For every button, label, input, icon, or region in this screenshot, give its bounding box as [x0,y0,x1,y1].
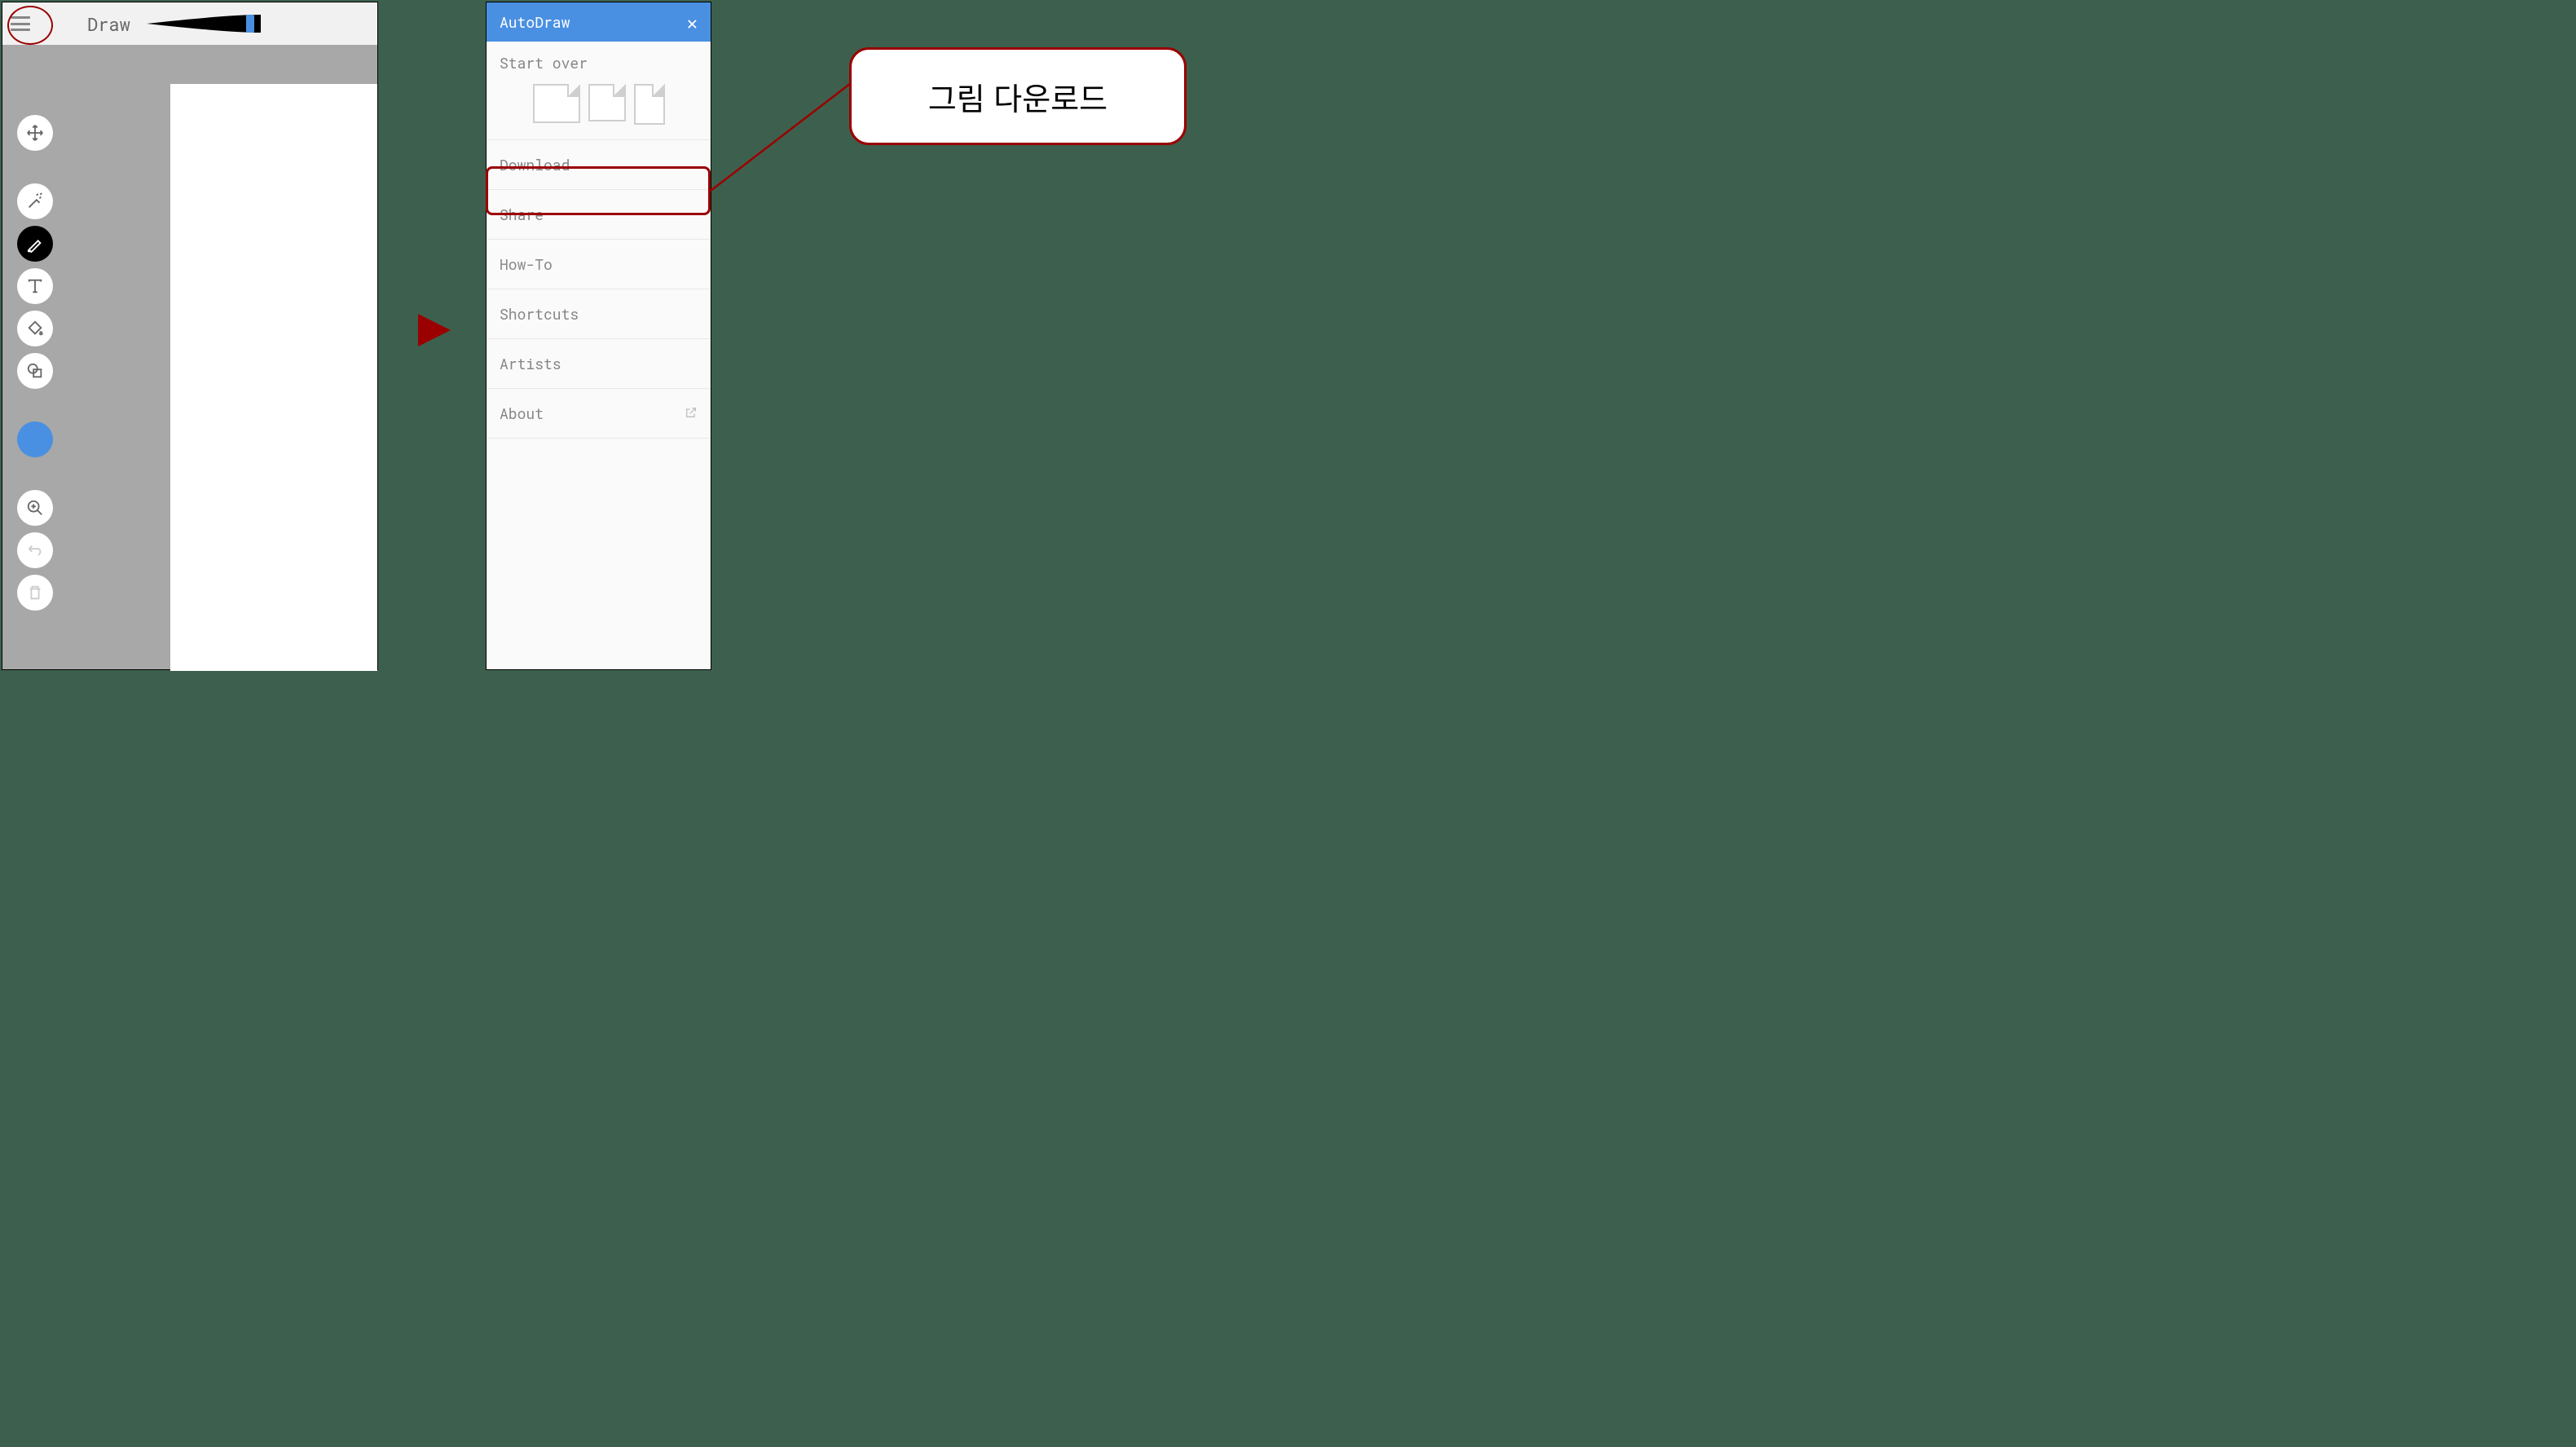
hamburger-menu-icon[interactable] [11,16,30,31]
color-picker-button[interactable] [17,421,53,457]
menu-item-about[interactable]: About [487,389,711,439]
menu-item-download[interactable]: Download [487,140,711,190]
canvas-landscape-button[interactable] [533,84,580,123]
start-over-section: Start over [487,42,711,140]
fill-tool-button[interactable] [17,311,53,346]
callout-connector-line [711,82,857,220]
close-icon[interactable]: ✕ [687,11,698,34]
menu-item-shortcuts[interactable]: Shortcuts [487,289,711,339]
menu-item-label: Download [500,155,570,174]
delete-tool-button[interactable] [17,575,53,611]
menu-item-share[interactable]: Share [487,190,711,240]
autodraw-tool-button[interactable] [17,183,53,219]
canvas-portrait-button[interactable] [634,84,665,125]
undo-tool-button[interactable] [17,532,53,568]
brush-size-slider[interactable] [147,11,269,36]
menu-item-label: Shortcuts [500,304,579,324]
left-toolbar [17,115,53,611]
drawing-canvas[interactable] [170,84,377,671]
menu-item-label: About [500,404,544,423]
brush-slider-handle[interactable] [246,15,254,33]
move-tool-button[interactable] [17,115,53,151]
menu-item-label: Artists [500,354,561,373]
menu-item-artists[interactable]: Artists [487,339,711,389]
menu-item-label: Share [500,205,544,224]
external-link-icon [685,404,698,423]
text-tool-button[interactable] [17,268,53,304]
menu-item-howto[interactable]: How-To [487,240,711,289]
shape-tool-button[interactable] [17,353,53,389]
menu-title: AutoDraw [500,12,570,32]
canvas-square-button[interactable] [588,84,626,121]
autodraw-app-panel: Draw [2,2,378,670]
callout-box: 그림 다운로드 [849,47,1187,145]
active-tool-label: Draw [87,12,130,36]
draw-tool-button[interactable] [17,226,53,262]
side-menu-panel: AutoDraw ✕ Start over Download Share How… [486,2,711,670]
next-arrow-icon [414,310,455,351]
zoom-tool-button[interactable] [17,490,53,526]
start-over-label: Start over [500,53,698,73]
callout-text: 그림 다운로드 [928,74,1107,119]
canvas-size-options [500,84,698,125]
menu-header: AutoDraw ✕ [487,2,711,42]
menu-item-label: How-To [500,254,553,274]
top-bar: Draw [2,2,377,45]
